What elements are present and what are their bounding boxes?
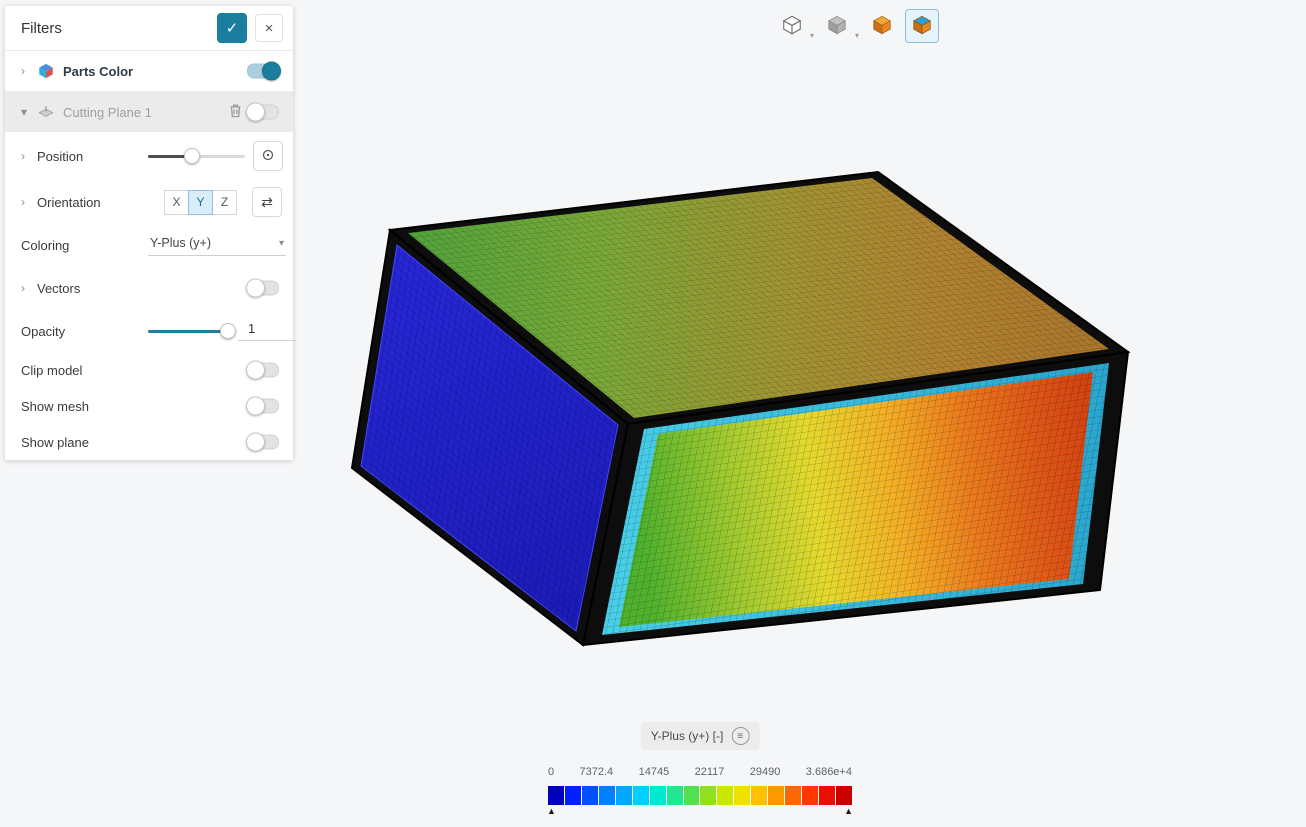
colorbar-ticks: 0 7372.4 14745 22117 29490 3.686e+4 xyxy=(548,766,852,778)
filters-panel-title: Filters xyxy=(21,19,62,37)
show-mesh-toggle[interactable] xyxy=(246,396,279,416)
colorbar-tick-label: 22117 xyxy=(694,766,725,778)
clip-model-label: Clip model xyxy=(21,362,83,378)
opacity-row: Opacity 1 xyxy=(5,310,296,352)
coloring-row: Coloring Y-Plus (y+) ▾ xyxy=(5,224,293,266)
close-icon: × xyxy=(264,19,274,37)
colorbar-segment xyxy=(683,786,700,805)
parts-color-row[interactable]: › Parts Color xyxy=(5,51,293,92)
colorbar-segment xyxy=(666,786,683,805)
check-icon: ✓ xyxy=(225,20,239,37)
close-panel-button[interactable]: × xyxy=(255,14,283,42)
colorbar-segment xyxy=(649,786,666,805)
colorbar-segment xyxy=(548,786,564,805)
colorbar-segment xyxy=(751,786,768,805)
colorbar-segment xyxy=(734,786,751,805)
chevron-down-icon: ▾ xyxy=(278,237,284,249)
axis-y-button[interactable]: Y xyxy=(188,189,213,215)
colorbar-segment xyxy=(632,786,649,805)
section-view-button[interactable] xyxy=(905,9,940,43)
cutting-plane-label: Cutting Plane 1 xyxy=(63,104,152,120)
axis-button-group: X Y Z xyxy=(164,189,237,215)
orientation-label: Orientation xyxy=(37,194,101,210)
range-max-marker[interactable]: ▲ xyxy=(844,806,853,816)
chevron-down-icon[interactable]: ▾ xyxy=(21,105,29,119)
show-mesh-row: Show mesh xyxy=(5,388,293,424)
position-row: › Position xyxy=(5,132,293,180)
legend-field-pill[interactable]: Y-Plus (y+) [-] ≡ xyxy=(640,722,760,750)
colorbar xyxy=(548,786,852,805)
render-mode-button[interactable] xyxy=(820,9,854,43)
cutting-plane-toggle[interactable] xyxy=(246,102,279,122)
colorbar-segment xyxy=(581,786,598,805)
filters-panel: Filters ✓ × › Parts Color ▾ Cutting Plan… xyxy=(5,6,296,460)
colorbar-tick-label: 7372.4 xyxy=(579,766,614,778)
range-min-marker[interactable]: ▲ xyxy=(547,806,556,816)
view-toolbar: ▾ ▾ xyxy=(775,9,940,43)
vectors-label: Vectors xyxy=(37,280,81,296)
colorbar-segment xyxy=(835,786,852,805)
vectors-row: › Vectors xyxy=(5,266,293,310)
position-label: Position xyxy=(37,148,84,164)
vectors-toggle[interactable] xyxy=(246,278,279,298)
orientation-row: › Orientation X Y Z ⇄ xyxy=(5,180,293,224)
trash-icon xyxy=(228,103,243,122)
colorbar-segment xyxy=(819,786,835,805)
apply-filters-button[interactable]: ✓ xyxy=(217,13,247,43)
colorbar-tick-label: 3.686e+4 xyxy=(805,766,852,778)
opacity-value-input[interactable]: 1 xyxy=(238,321,296,341)
opacity-label: Opacity xyxy=(21,323,66,339)
menu-icon: ≡ xyxy=(737,730,744,742)
filters-panel-header: Filters ✓ × xyxy=(5,6,293,51)
parts-color-label: Parts Color xyxy=(63,63,134,79)
legend-title: Y-Plus (y+) [-] xyxy=(650,729,724,743)
colorbar-segment xyxy=(785,786,802,805)
delete-filter-button[interactable] xyxy=(222,102,249,123)
show-plane-label: Show plane xyxy=(21,434,89,450)
position-slider[interactable] xyxy=(148,148,245,164)
colorbar-segment xyxy=(615,786,632,805)
chevron-down-icon[interactable]: ▾ xyxy=(810,31,814,40)
parts-color-toggle[interactable] xyxy=(247,61,281,81)
view-mode-button[interactable] xyxy=(775,9,809,43)
colorbar-segment xyxy=(700,786,717,805)
clip-model-row: Clip model xyxy=(5,352,293,388)
cube-gray-icon xyxy=(826,14,848,39)
cube-section-icon xyxy=(911,14,933,39)
axis-x-button[interactable]: X xyxy=(164,189,189,215)
colorbar-tick-label: 29490 xyxy=(749,766,781,778)
colorbar-tick-label: 14745 xyxy=(638,766,670,778)
target-icon xyxy=(260,147,276,166)
chevron-right-icon[interactable]: › xyxy=(21,64,29,78)
colorbar-segment xyxy=(802,786,818,805)
coloring-value: Y-Plus (y+) xyxy=(150,236,212,250)
solid-view-button[interactable] xyxy=(865,9,899,43)
parts-color-icon xyxy=(37,62,55,80)
colorbar-segment xyxy=(564,786,581,805)
cutting-plane-icon xyxy=(37,103,55,121)
colorbar-segment xyxy=(598,786,615,805)
colorbar-segment xyxy=(768,786,785,805)
show-plane-toggle[interactable] xyxy=(246,432,279,452)
opacity-slider[interactable] xyxy=(148,323,236,339)
show-plane-row: Show plane xyxy=(5,424,293,460)
chevron-down-icon[interactable]: ▾ xyxy=(855,31,859,40)
cube-outline-icon xyxy=(781,14,803,39)
cube-orange-icon xyxy=(871,14,893,39)
legend-menu-button[interactable]: ≡ xyxy=(731,727,750,745)
coloring-label: Coloring xyxy=(21,237,70,253)
colorbar-tick-label: 0 xyxy=(548,766,555,778)
cutting-plane-row[interactable]: ▾ Cutting Plane 1 xyxy=(5,92,293,132)
coloring-select[interactable]: Y-Plus (y+) ▾ xyxy=(148,234,286,256)
chevron-right-icon[interactable]: › xyxy=(21,281,29,295)
center-plane-button[interactable] xyxy=(253,141,283,171)
clip-model-toggle[interactable] xyxy=(246,360,279,380)
chevron-right-icon[interactable]: › xyxy=(21,195,29,209)
colorbar-segment xyxy=(717,786,734,805)
show-mesh-label: Show mesh xyxy=(21,398,89,414)
axis-z-button[interactable]: Z xyxy=(212,189,237,215)
swap-arrows-icon: ⇄ xyxy=(261,193,273,210)
flip-orientation-button[interactable]: ⇄ xyxy=(252,187,282,217)
chevron-right-icon[interactable]: › xyxy=(21,149,29,163)
